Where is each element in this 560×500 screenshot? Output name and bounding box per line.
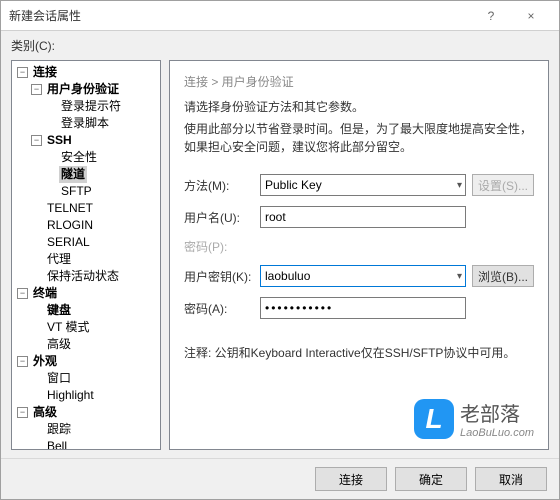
method-select[interactable]: Public Key ▾	[260, 174, 466, 196]
window-title: 新建会话属性	[9, 7, 471, 24]
watermark-icon: L	[414, 399, 454, 439]
close-button[interactable]: ×	[511, 2, 551, 30]
breadcrumb: 连接 > 用户身份验证	[184, 73, 534, 90]
category-row: 类别(C):	[1, 31, 559, 60]
connect-button[interactable]: 连接	[315, 467, 387, 491]
tree-node-login-script[interactable]: 登录脚本	[45, 115, 158, 132]
userkey-label: 用户密钥(K):	[184, 268, 260, 285]
tree-node-serial[interactable]: SERIAL	[31, 234, 158, 251]
description-2: 使用此部分以节省登录时间。但是，为了最大限度地提高安全性，如果担心安全问题，建议…	[184, 120, 534, 156]
collapse-icon[interactable]: −	[31, 135, 42, 146]
collapse-icon[interactable]: −	[17, 288, 28, 299]
footer: 连接 确定 取消	[1, 458, 559, 499]
method-label: 方法(M):	[184, 177, 260, 194]
tree-node-connection[interactable]: −连接	[17, 64, 158, 81]
chevron-down-icon: ▾	[457, 180, 462, 191]
username-label: 用户名(U):	[184, 209, 260, 226]
tree-node-ssh[interactable]: −SSH	[31, 132, 158, 149]
tree-node-keepalive[interactable]: 保持活动状态	[31, 268, 158, 285]
tree-node-bell[interactable]: Bell	[31, 438, 158, 450]
passphrase-label: 密码(A):	[184, 300, 260, 317]
category-tree: −连接 −用户身份验证 登录提示符 登录脚本 −SSH	[14, 64, 158, 450]
tree-node-advanced1[interactable]: 高级	[31, 336, 158, 353]
collapse-icon[interactable]: −	[17, 407, 28, 418]
tree-panel[interactable]: −连接 −用户身份验证 登录提示符 登录脚本 −SSH	[11, 60, 161, 450]
tree-node-tunnel[interactable]: 隧道	[45, 166, 158, 183]
tree-node-highlight[interactable]: Highlight	[31, 387, 158, 404]
description-1: 请选择身份验证方法和其它参数。	[184, 98, 534, 116]
collapse-icon[interactable]: −	[17, 356, 28, 367]
tree-node-sftp[interactable]: SFTP	[45, 183, 158, 200]
browse-button[interactable]: 浏览(B)...	[472, 265, 534, 287]
username-row: 用户名(U):	[184, 206, 534, 228]
tree-node-telnet[interactable]: TELNET	[31, 200, 158, 217]
chevron-down-icon: ▾	[457, 271, 462, 282]
tree-node-auth[interactable]: −用户身份验证	[31, 81, 158, 98]
collapse-icon[interactable]: −	[17, 67, 28, 78]
main-area: −连接 −用户身份验证 登录提示符 登录脚本 −SSH	[1, 60, 559, 458]
passphrase-row: 密码(A):	[184, 297, 534, 319]
content-panel: 连接 > 用户身份验证 请选择身份验证方法和其它参数。 使用此部分以节省登录时间…	[169, 60, 549, 450]
tree-node-keyboard[interactable]: 键盘	[31, 302, 158, 319]
tree-node-trace[interactable]: 跟踪	[31, 421, 158, 438]
username-input[interactable]	[260, 206, 466, 228]
tree-node-proxy[interactable]: 代理	[31, 251, 158, 268]
category-label: 类别(C):	[11, 39, 55, 53]
password-row: 密码(P):	[184, 238, 534, 255]
cancel-button[interactable]: 取消	[475, 467, 547, 491]
ok-button[interactable]: 确定	[395, 467, 467, 491]
tree-node-advanced2[interactable]: −高级	[17, 404, 158, 421]
settings-button: 设置(S)...	[472, 174, 534, 196]
userkey-select[interactable]: laobuluo ▾	[260, 265, 466, 287]
passphrase-input[interactable]	[260, 297, 466, 319]
tree-node-rlogin[interactable]: RLOGIN	[31, 217, 158, 234]
tree-node-appearance[interactable]: −外观	[17, 353, 158, 370]
titlebar: 新建会话属性 ? ×	[1, 1, 559, 31]
help-button[interactable]: ?	[471, 2, 511, 30]
watermark-en: LaoBuLuo.com	[460, 427, 534, 439]
watermark-cn: 老部落	[460, 398, 534, 427]
collapse-icon[interactable]: −	[31, 84, 42, 95]
watermark: L 老部落 LaoBuLuo.com	[414, 398, 534, 439]
tree-node-vtmode[interactable]: VT 模式	[31, 319, 158, 336]
tree-node-login-prompt[interactable]: 登录提示符	[45, 98, 158, 115]
tree-node-security[interactable]: 安全性	[45, 149, 158, 166]
method-row: 方法(M): Public Key ▾ 设置(S)...	[184, 174, 534, 196]
note-text: 注释: 公钥和Keyboard Interactive仅在SSH/SFTP协议中…	[184, 344, 534, 361]
userkey-row: 用户密钥(K): laobuluo ▾ 浏览(B)...	[184, 265, 534, 287]
dialog-window: 新建会话属性 ? × 类别(C): −连接 −用户身份验证 登录提示符	[0, 0, 560, 500]
tree-node-window[interactable]: 窗口	[31, 370, 158, 387]
password-label: 密码(P):	[184, 238, 260, 255]
tree-node-terminal[interactable]: −终端	[17, 285, 158, 302]
